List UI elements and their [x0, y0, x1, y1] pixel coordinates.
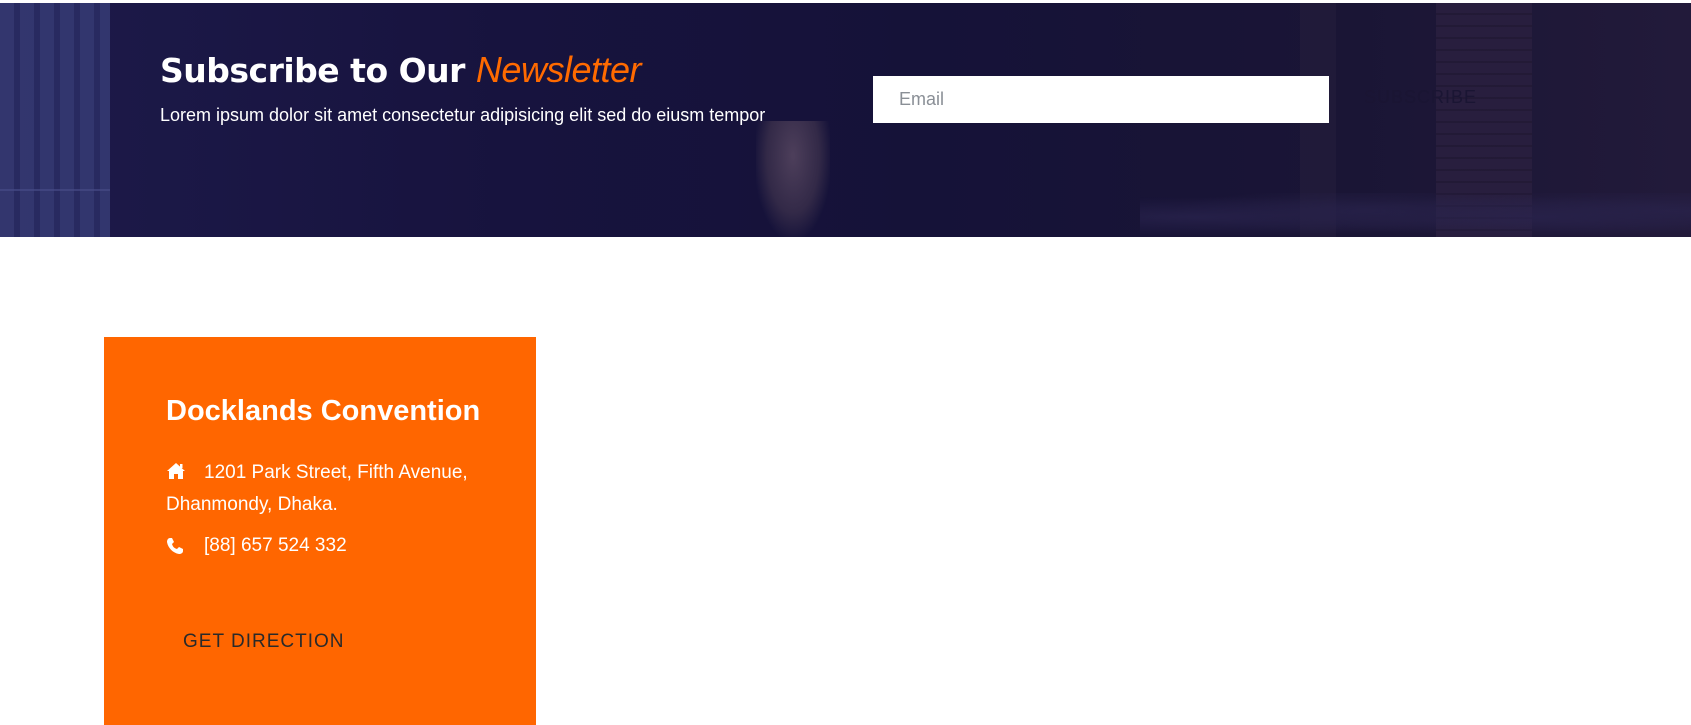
subscribe-button[interactable]: SUBSCRIBE: [1364, 87, 1477, 108]
newsletter-title-accent: Newsletter: [475, 49, 642, 90]
phone-icon: [166, 537, 186, 555]
background-audience: [1140, 193, 1691, 237]
background-frame: [0, 189, 110, 191]
home-icon: [166, 459, 186, 479]
newsletter-subtitle: Lorem ipsum dolor sit amet consectetur a…: [160, 105, 766, 125]
newsletter-title: Subscribe to Our Newsletter: [160, 49, 641, 91]
email-input[interactable]: [873, 76, 1329, 123]
get-direction-button[interactable]: GET DIRECTION: [183, 631, 345, 653]
venue-address: 1201 Park Street, Fifth Avenue, Dhanmond…: [166, 457, 506, 521]
venue-phone: [88] 657 524 332: [166, 535, 347, 557]
newsletter-banner: Subscribe to Our Newsletter Lorem ipsum …: [0, 3, 1691, 237]
newsletter-title-main: Subscribe to Our: [160, 51, 465, 90]
venue-phone-text: [88] 657 524 332: [204, 535, 347, 556]
venue-name: Docklands Convention: [166, 395, 481, 427]
background-speaker: [756, 121, 830, 237]
venue-address-text: 1201 Park Street, Fifth Avenue, Dhanmond…: [166, 462, 468, 515]
venue-card: Docklands Convention 1201 Park Street, F…: [104, 337, 536, 725]
background-curtain: [0, 3, 110, 237]
